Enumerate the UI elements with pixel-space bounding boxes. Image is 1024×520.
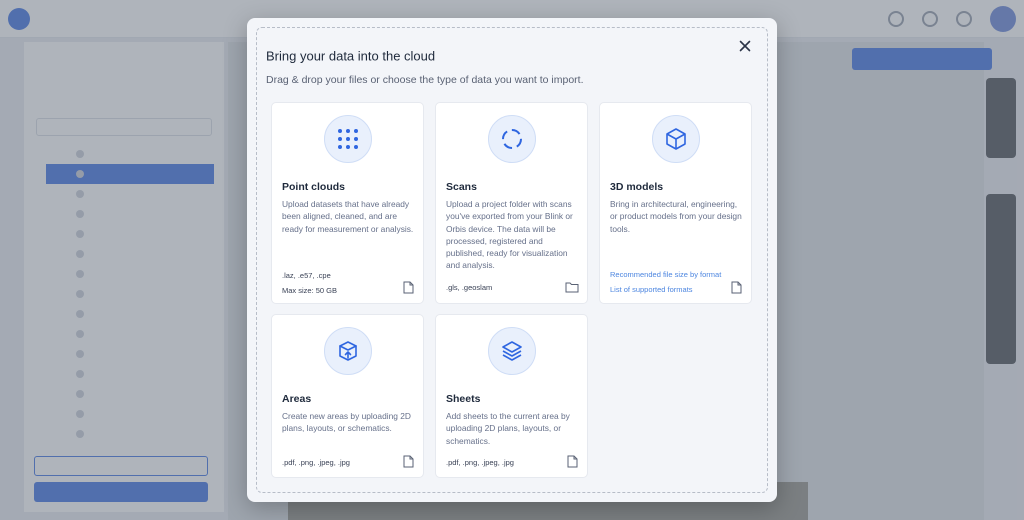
folder-icon[interactable] (565, 281, 579, 293)
file-icon[interactable] (731, 281, 742, 294)
import-card-sheets[interactable]: Sheets Add sheets to the current area by… (435, 314, 588, 478)
close-icon (739, 40, 751, 52)
card-description: Upload datasets that have already been a… (282, 199, 414, 234)
card-formats: .pdf, .png, .jpeg, .jpg (282, 458, 350, 467)
card-title: Scans (446, 181, 477, 193)
card-max-size: Max size: 50 GB (282, 286, 338, 295)
card-description: Upload a project folder with scans you'v… (446, 199, 573, 271)
dialog-subtitle: Drag & drop your files or choose the typ… (266, 74, 584, 86)
card-title: Sheets (446, 393, 481, 405)
import-card-3d-models[interactable]: 3D models Bring in architectural, engine… (599, 102, 752, 304)
cube-icon (666, 128, 686, 150)
card-title: Point clouds (282, 181, 345, 193)
import-card-areas[interactable]: Areas Create new areas by uploading 2D p… (271, 314, 424, 478)
dialog-title: Bring your data into the cloud (266, 48, 436, 64)
card-formats: .gls, .geoslam (446, 283, 493, 292)
file-icon[interactable] (567, 455, 578, 468)
file-icon[interactable] (403, 455, 414, 468)
close-button[interactable] (735, 36, 755, 56)
grid-dots-icon (338, 129, 358, 149)
card-formats: .laz, .e57, .cpe (282, 271, 331, 280)
box-upload-icon (339, 341, 357, 361)
supported-formats-link[interactable]: List of supported formats (610, 285, 693, 294)
card-description: Bring in architectural, engineering, or … (610, 199, 742, 234)
layers-icon (502, 341, 522, 361)
recommended-file-size-link[interactable]: Recommended file size by format (610, 270, 721, 279)
card-formats: .pdf, .png, .jpeg, .jpg (446, 458, 514, 467)
card-description: Add sheets to the current area by upload… (446, 411, 570, 446)
dashed-circle-icon (502, 129, 522, 149)
import-data-dialog: Bring your data into the cloud Drag & dr… (247, 18, 777, 502)
card-title: 3D models (610, 181, 664, 193)
import-card-scans[interactable]: Scans Upload a project folder with scans… (435, 102, 588, 304)
card-title: Areas (282, 393, 312, 405)
file-icon[interactable] (403, 281, 414, 294)
import-card-point-clouds[interactable]: Point clouds Upload datasets that have a… (271, 102, 424, 304)
card-description: Create new areas by uploading 2D plans, … (282, 411, 411, 434)
